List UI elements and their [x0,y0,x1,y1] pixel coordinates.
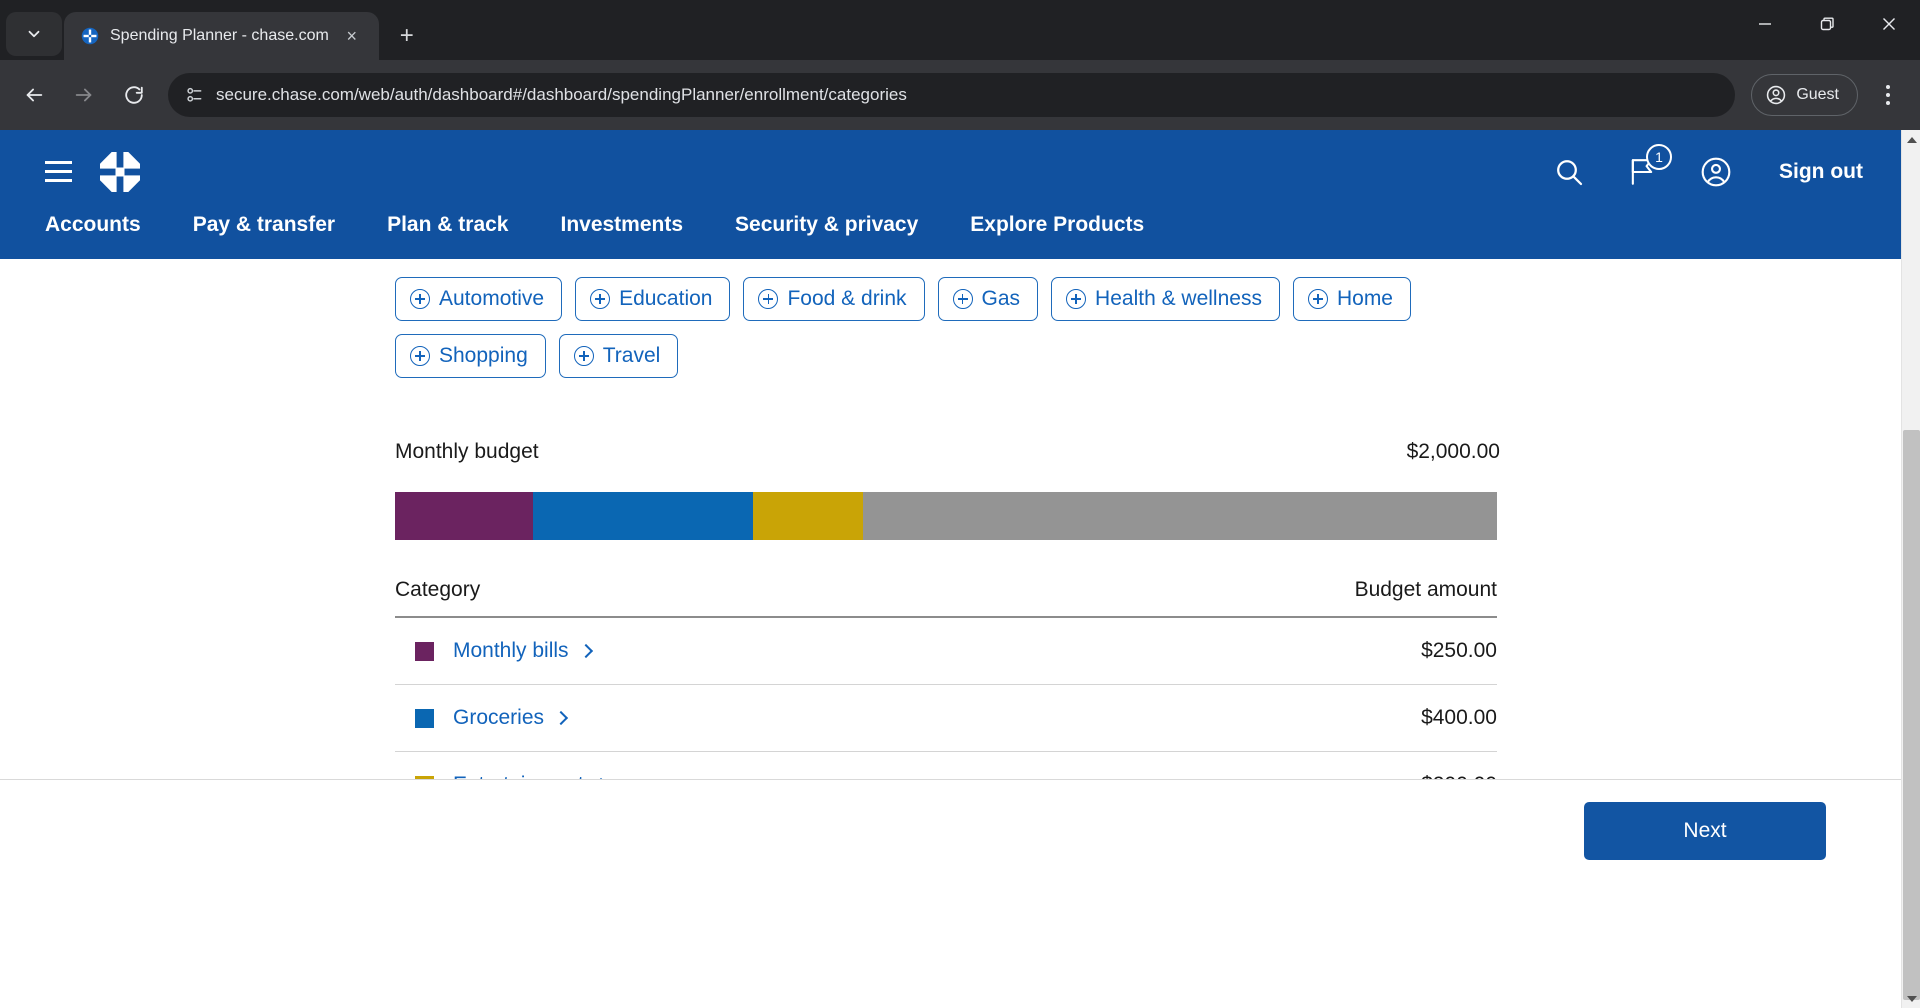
table-row: Groceries $400.00 [395,685,1497,752]
plus-circle-icon [758,289,779,309]
hamburger-menu-icon[interactable] [45,161,72,182]
category-amount: $250.00 [1421,639,1497,662]
chevron-right-icon [553,710,569,726]
chip-label: Food & drink [787,287,907,310]
category-color-swatch [415,708,434,728]
minimize-button[interactable] [1734,0,1796,48]
chip-food-drink[interactable]: Food & drink [743,277,925,321]
plus-circle-icon [1066,289,1087,309]
nav-item-plan-track[interactable]: Plan & track [387,213,534,237]
chip-label: Health & wellness [1095,287,1262,310]
flag-notification-icon[interactable]: 1 [1625,143,1673,189]
site-header: 1 Sign out Accounts Pay & transfer Plan … [0,130,1901,259]
nav-item-security-privacy[interactable]: Security & privacy [735,213,944,237]
site-settings-icon[interactable] [184,85,204,105]
reload-icon[interactable] [112,73,156,117]
close-window-button[interactable] [1858,0,1920,48]
chip-label: Gas [981,287,1021,310]
plus-circle-icon [952,289,973,309]
column-header-amount: Budget amount [1354,578,1497,601]
chip-label: Automotive [439,287,545,310]
category-amount: $400.00 [1421,706,1497,729]
close-tab-icon[interactable]: × [339,23,365,49]
column-header-category: Category [395,578,481,601]
new-tab-button[interactable]: + [387,16,427,56]
browser-tab[interactable]: Spending Planner - chase.com × [64,12,379,60]
chip-education[interactable]: Education [575,277,731,321]
chip-automotive[interactable]: Automotive [395,277,563,321]
bar-segment-monthly-bills [395,492,533,540]
forward-icon[interactable] [62,73,106,117]
scrollbar-thumb[interactable] [1903,430,1920,1000]
bar-segment-groceries [532,492,754,540]
window-controls [1734,0,1920,48]
chrome-menu-icon[interactable] [1868,73,1908,117]
monthly-budget-label: Monthly budget [395,440,539,463]
plus-circle-icon [410,289,430,309]
maximize-button[interactable] [1796,0,1858,48]
tab-title: Spending Planner - chase.com [110,27,329,44]
back-icon[interactable] [12,73,56,117]
tab-strip: Spending Planner - chase.com × + [0,0,1920,60]
address-bar[interactable]: secure.chase.com/web/auth/dashboard#/das… [168,73,1736,117]
guest-avatar-icon [1767,85,1786,105]
bar-segment-entertainment [753,492,864,540]
nav-item-investments[interactable]: Investments [560,213,709,237]
browser-window: Spending Planner - chase.com × + secure.… [0,0,1920,1008]
chip-label: Travel [602,344,661,367]
nav-item-pay-transfer[interactable]: Pay & transfer [193,213,361,237]
main-navigation: Accounts Pay & transfer Plan & track Inv… [0,213,1901,259]
profile-icon[interactable] [1699,155,1733,189]
chip-label: Home [1336,287,1393,310]
chip-label: Shopping [439,344,528,367]
category-link-groceries[interactable]: Groceries [453,706,569,730]
plus-circle-icon [573,346,594,366]
chip-shopping[interactable]: Shopping [395,334,546,378]
chip-travel[interactable]: Travel [558,334,679,378]
chevron-right-icon [578,643,593,659]
browser-toolbar: secure.chase.com/web/auth/dashboard#/das… [0,60,1920,130]
next-button[interactable]: Next [1584,802,1826,860]
table-header-row: Category Budget amount [395,578,1497,618]
page-scrollbar[interactable] [1901,130,1920,1008]
plus-circle-icon [1307,289,1328,309]
main-content: Automotive Education Food & drink Gas He… [0,259,1920,887]
category-name: Groceries [453,706,545,729]
category-link-monthly-bills[interactable]: Monthly bills [453,639,593,663]
page-viewport: 1 Sign out Accounts Pay & transfer Plan … [0,130,1920,1008]
chip-health-wellness[interactable]: Health & wellness [1051,277,1280,321]
profile-label: Guest [1796,86,1839,103]
scroll-up-button[interactable] [1902,130,1920,149]
category-chip-list: Automotive Education Food & drink Gas He… [395,277,1415,378]
plus-circle-icon [590,289,611,309]
chase-logo[interactable] [100,151,140,192]
chip-label: Education [619,287,713,310]
notification-badge: 1 [1646,143,1673,170]
monthly-budget-value: $2,000.00 [1406,440,1500,463]
url-text: secure.chase.com/web/auth/dashboard#/das… [216,85,907,104]
budget-allocation-bar [395,492,1497,540]
plus-circle-icon [410,346,430,366]
nav-item-explore-products[interactable]: Explore Products [970,213,1170,237]
category-name: Monthly bills [453,639,569,662]
profile-button[interactable]: Guest [1751,74,1858,116]
chip-gas[interactable]: Gas [937,277,1039,321]
sign-out-button[interactable]: Sign out [1779,160,1863,184]
bar-segment-remaining-budget [863,492,1497,540]
chip-home[interactable]: Home [1292,277,1411,321]
table-row: Monthly bills $250.00 [395,618,1497,685]
category-color-swatch [415,641,434,661]
monthly-budget-summary: Monthly budget $2,000.00 [395,440,1500,464]
nav-item-accounts[interactable]: Accounts [45,213,167,237]
page-footer: Next [0,779,1901,887]
scroll-down-button[interactable] [1902,989,1920,1008]
tab-search-icon[interactable] [6,12,62,56]
search-icon[interactable] [1553,156,1585,188]
chase-favicon [80,26,100,46]
